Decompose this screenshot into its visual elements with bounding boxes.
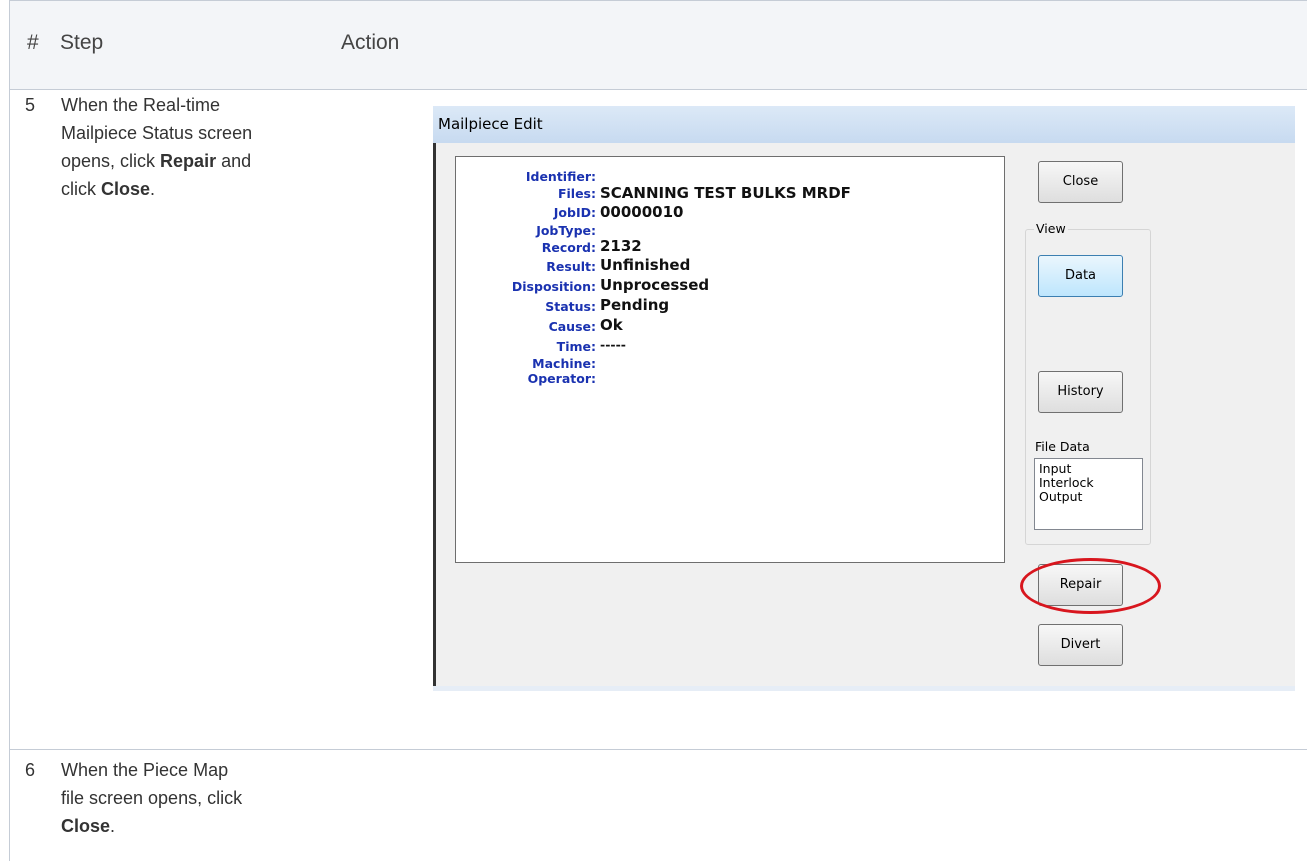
divert-button[interactable]: Divert (1038, 624, 1123, 666)
dialog-title: Mailpiece Edit (433, 106, 1295, 143)
list-item[interactable]: Output (1039, 490, 1138, 504)
step-emphasis-close: Close (101, 179, 151, 199)
field-label: JobID: (553, 205, 596, 220)
field-value: 00000010 (600, 203, 684, 221)
table-header: # Step Action (10, 0, 1307, 90)
field-label: Operator: (527, 371, 596, 386)
list-item[interactable]: Input (1039, 462, 1138, 476)
data-button[interactable]: Data (1038, 255, 1123, 297)
step-text: and (216, 151, 252, 171)
field-label: Cause: (548, 319, 596, 334)
step-line: When the Piece Map (61, 760, 229, 780)
field-label: Result: (546, 259, 596, 274)
step-instructions: When the Piece Map file screen opens, cl… (61, 756, 341, 840)
field-value: SCANNING TEST BULKS MRDF (600, 184, 851, 202)
field-label: Identifier: (525, 169, 596, 184)
field-label: Disposition: (511, 279, 596, 294)
field-value: Ok (600, 316, 623, 334)
field-label: Status: (545, 299, 596, 314)
field-value: Pending (600, 296, 670, 314)
list-item[interactable]: Interlock (1039, 476, 1138, 490)
field-value: Unfinished (600, 256, 691, 274)
row-divider (10, 749, 1307, 750)
view-group-label: View (1034, 221, 1068, 236)
page-left-border (9, 0, 10, 861)
step-text: click (61, 179, 101, 199)
step-instructions: When the Real-time Mailpiece Status scre… (61, 91, 341, 203)
header-action: Action (341, 31, 400, 54)
field-value: ----- (600, 337, 626, 352)
step-line: When the Real-time (61, 95, 221, 115)
file-data-label: File Data (1035, 439, 1090, 454)
file-data-listbox[interactable]: Input Interlock Output (1034, 458, 1143, 530)
step-line: click Close. (61, 175, 341, 203)
step-text: opens, click (61, 151, 161, 171)
step-number: 6 (25, 760, 36, 780)
field-value: Unprocessed (600, 276, 710, 294)
step-emphasis-repair: Repair (160, 151, 217, 171)
field-label: Machine: (532, 356, 596, 371)
step-line: Mailpiece Status screen (61, 123, 253, 143)
step-text: . (110, 816, 116, 836)
step-line: opens, click Repair and (61, 147, 341, 175)
dialog-left-edge (433, 143, 436, 691)
step-line: file screen opens, click (61, 788, 243, 808)
step-number: 5 (25, 95, 36, 115)
step-line: Close. (61, 812, 341, 840)
header-step: Step (60, 31, 104, 54)
field-value: 2132 (600, 237, 642, 255)
field-label: Files: (557, 186, 596, 201)
mailpiece-info-panel: Identifier: Files: SCANNING TEST BULKS M… (455, 156, 1005, 563)
step-text: . (150, 179, 156, 199)
header-number: # (27, 31, 39, 54)
mailpiece-edit-dialog: Mailpiece Edit Identifier: Files: SCANNI… (433, 106, 1295, 691)
field-label: Record: (541, 240, 596, 255)
history-button[interactable]: History (1038, 371, 1123, 413)
field-label: JobType: (536, 223, 596, 238)
field-label: Time: (556, 339, 596, 354)
dialog-bottom-edge (433, 686, 1295, 691)
repair-button[interactable]: Repair (1038, 564, 1123, 606)
step-emphasis-close: Close (61, 816, 111, 836)
close-button[interactable]: Close (1038, 161, 1123, 203)
